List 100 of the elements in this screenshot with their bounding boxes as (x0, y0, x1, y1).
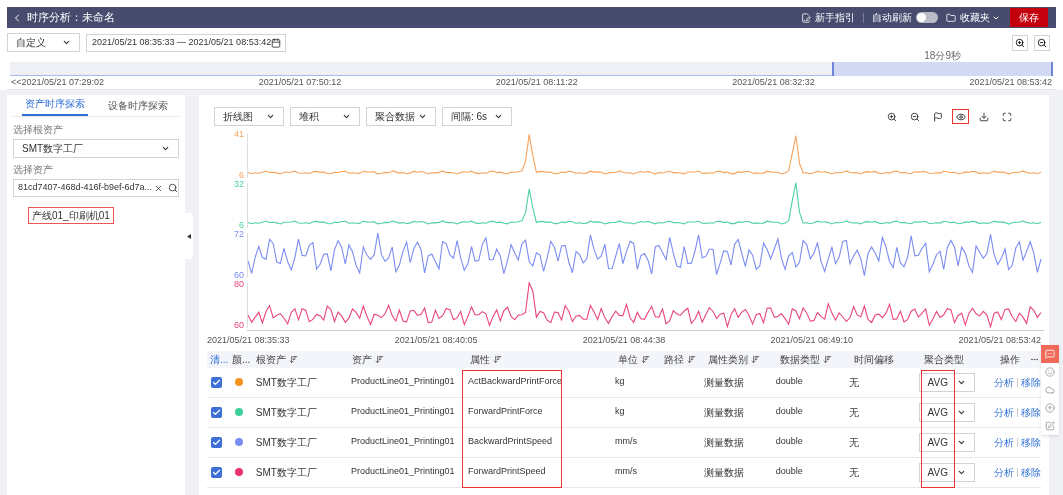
chart-option-select[interactable]: 聚合数据 (366, 107, 436, 126)
column-header: 颜... (232, 352, 251, 367)
flag-icon (932, 111, 943, 122)
asset-tree-item[interactable]: 产线01_印刷机01 (28, 207, 114, 224)
table-cell: ProductLine01_Printing01 (351, 466, 455, 477)
table-cell: ForwardPrintForce (468, 406, 543, 417)
sort-icon[interactable] (751, 354, 760, 364)
table-cell: BackwardPrintSpeed (468, 436, 553, 447)
row-checkbox[interactable] (211, 466, 222, 478)
axis-min-label: 6 (238, 171, 244, 180)
chart-option-select[interactable]: 折线图 (214, 107, 284, 126)
zoom-out-icon (909, 111, 920, 122)
table-cell: SMT数字工厂 (255, 466, 317, 478)
clear-icon[interactable] (154, 183, 164, 193)
column-header: 清... (210, 352, 229, 367)
table-cell: double (775, 436, 803, 447)
table-cell: kg (614, 406, 625, 417)
axis-max-label: 32 (233, 180, 244, 189)
asset-label: 选择资产 (13, 163, 54, 177)
timeline-label: <<2021/05/21 07:29:02 (11, 75, 105, 89)
table-cell: ActBackwardPrintForce (468, 376, 563, 387)
sort-icon[interactable] (289, 354, 298, 364)
aggregation-select[interactable]: AVG (918, 432, 975, 452)
row-checkbox[interactable] (211, 376, 222, 388)
action-link[interactable]: 移除 (1021, 434, 1041, 450)
aggregation-select[interactable]: AVG (918, 402, 975, 422)
fullscreen-icon (1001, 111, 1012, 122)
auto-refresh-toggle[interactable] (916, 12, 938, 23)
upload-icon (1045, 403, 1055, 413)
range-select[interactable]: 自定义 (7, 33, 80, 52)
zoom-out-button[interactable] (1034, 34, 1050, 51)
column-header[interactable]: 根资产 (256, 351, 298, 367)
auto-refresh-label: 自动刷新 (872, 11, 912, 25)
action-link[interactable]: 分析 (994, 434, 1014, 450)
cloud-icon (1045, 385, 1055, 395)
chart-option-select[interactable]: 堆积 (290, 107, 360, 126)
caret-icon (494, 112, 503, 121)
favorites-menu[interactable]: 收藏夹 (960, 10, 1000, 25)
table-cell: double (775, 466, 803, 477)
asset-search-field[interactable]: 81cd7407-468d-416f-b9ef-6d7a... (13, 179, 179, 197)
sort-icon[interactable] (375, 354, 384, 364)
guide-link[interactable]: 新手指引 (815, 10, 855, 25)
eye-icon (955, 111, 966, 122)
table-cell: SMT数字工厂 (255, 436, 317, 448)
table-cell: 无 (849, 376, 860, 388)
column-header[interactable]: 单位 (618, 351, 650, 367)
row-checkbox[interactable] (211, 406, 222, 418)
action-link[interactable]: 移除 (1021, 374, 1041, 390)
eye-button[interactable] (952, 109, 969, 124)
calendar-icon (271, 37, 282, 48)
table-cell: 测量数据 (704, 466, 745, 478)
table-cell: 测量数据 (704, 406, 745, 418)
sidebar-tab[interactable]: 资产时序探索 (21, 96, 88, 116)
action-link[interactable]: 分析 (994, 404, 1014, 420)
column-header[interactable]: 属性类别 (708, 351, 760, 367)
table-cell: 无 (849, 466, 860, 478)
x-axis-label: 2021/05/21 08:44:38 (582, 334, 666, 347)
page-title: 时序分析：未命名 (27, 10, 115, 26)
column-header[interactable]: 属性 (470, 351, 502, 367)
aggregation-select[interactable]: AVG (918, 372, 975, 392)
timeline-label: 2021/05/21 08:11:22 (495, 75, 578, 89)
sort-icon[interactable] (687, 354, 696, 364)
x-axis-label: 2021/05/21 08:53:42 (958, 334, 1041, 347)
column-header[interactable]: 数据类型 (780, 351, 832, 367)
folder-icon (946, 12, 956, 23)
table-cell: 测量数据 (704, 376, 745, 388)
collapse-icon (187, 233, 191, 239)
table-cell: 测量数据 (704, 436, 745, 448)
collapse-handle[interactable] (185, 213, 193, 259)
aggregation-select[interactable]: AVG (918, 462, 975, 482)
save-button[interactable]: 保存 (1010, 8, 1048, 27)
sort-icon[interactable] (641, 354, 650, 364)
column-header[interactable]: 路径 (664, 351, 696, 367)
action-link[interactable]: 分析 (994, 464, 1014, 480)
date-range-field[interactable]: 2021/05/21 08:35:33 — 2021/05/21 08:53:42 (86, 33, 286, 52)
x-axis-label: 2021/05/21 08:49:10 (770, 334, 854, 347)
axis-max-label: 72 (233, 230, 244, 239)
timeline-label: 2021/05/21 08:32:32 (732, 75, 815, 89)
action-link[interactable]: 分析 (994, 374, 1014, 390)
axis-min-label: 6 (238, 221, 244, 230)
row-checkbox[interactable] (211, 436, 222, 448)
table-cell: double (775, 376, 803, 387)
action-link[interactable]: 移除 (1021, 464, 1041, 480)
chart-option-select[interactable]: 间隔: 6s (442, 107, 512, 126)
sidebar-tab[interactable]: 设备时序探索 (104, 98, 171, 116)
caret-icon (62, 38, 71, 47)
sort-icon[interactable] (493, 354, 502, 364)
zoom-out-icon (1037, 37, 1047, 48)
table-cell: kg (614, 376, 625, 387)
axis-max-label: 80 (233, 280, 244, 289)
edit-icon (1045, 421, 1055, 431)
sort-icon[interactable] (823, 354, 832, 364)
guide-icon (801, 12, 811, 23)
action-link[interactable]: 移除 (1021, 404, 1041, 420)
search-icon[interactable] (168, 183, 179, 193)
zoom-in-button[interactable] (1012, 34, 1028, 51)
caret-icon (418, 112, 427, 121)
column-header[interactable]: 资产 (352, 351, 384, 367)
root-asset-select[interactable]: SMT数字工厂 (13, 139, 179, 158)
axis-min-label: 60 (233, 271, 244, 280)
